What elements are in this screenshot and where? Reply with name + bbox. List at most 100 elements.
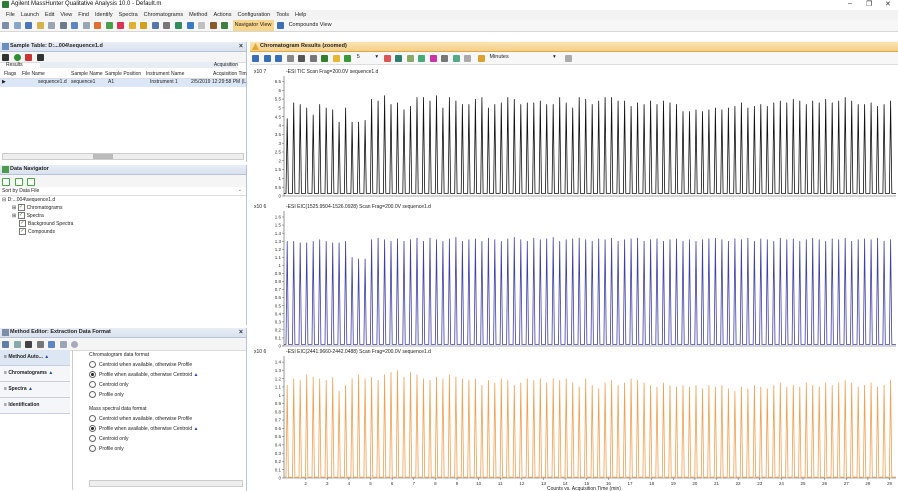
chrom-option-centroid-only[interactable]: Centroid only — [73, 380, 243, 390]
menu-file[interactable]: File — [6, 10, 15, 20]
radio-button-selected[interactable] — [89, 425, 96, 433]
zoom-x-icon[interactable] — [263, 55, 271, 62]
hscroll-thumb[interactable] — [93, 154, 113, 159]
radio-button[interactable] — [89, 415, 96, 423]
menu-method[interactable]: Method — [189, 10, 207, 20]
uncheck-all-icon[interactable] — [27, 178, 36, 186]
method-save-icon[interactable] — [13, 341, 21, 348]
tree-item-compounds[interactable]: ✓ Compounds — [0, 228, 246, 236]
menu-chromatograms[interactable]: Chromatograms — [144, 10, 183, 20]
check-all-icon[interactable] — [2, 178, 10, 186]
number-dropdown-arrow-icon[interactable]: ▾ — [375, 52, 378, 63]
compounds-checkbox[interactable]: ✓ — [19, 228, 26, 236]
spectrum-icon[interactable] — [174, 22, 182, 29]
warning-icon[interactable] — [140, 22, 148, 29]
method-hscrollbar[interactable] — [89, 480, 243, 487]
method-icon[interactable] — [128, 22, 136, 29]
compounds-view-icon[interactable] — [277, 22, 285, 29]
col-flags[interactable]: Flags — [4, 71, 16, 77]
spectra-checkbox[interactable]: ✓ — [17, 212, 25, 220]
radio-button[interactable] — [89, 445, 96, 453]
col-instrument-name[interactable]: Instrument Name — [146, 71, 184, 77]
scale-icon[interactable] — [383, 55, 391, 62]
chrom-option-profile-only[interactable]: Profile only — [73, 390, 243, 400]
overlay-icon[interactable] — [344, 55, 352, 62]
background-spectra-checkbox[interactable]: ✓ — [19, 220, 26, 228]
sample-table-hscrollbar[interactable] — [2, 153, 244, 160]
radio-button[interactable] — [89, 391, 96, 399]
method-undo-icon[interactable] — [48, 341, 56, 348]
list-icon[interactable] — [298, 55, 306, 62]
radio-button[interactable] — [89, 381, 96, 389]
smooth-icon[interactable] — [332, 55, 340, 62]
menu-actions[interactable]: Actions — [213, 10, 231, 20]
layout-icon[interactable] — [198, 22, 206, 29]
open-folder-icon[interactable] — [13, 22, 21, 29]
col-sample-position[interactable]: Sample Position — [105, 71, 141, 77]
menu-find[interactable]: Find — [78, 10, 89, 20]
ms-option-profile-else-centroid[interactable]: Profile when available, otherwise Centro… — [73, 424, 243, 434]
peak-icon[interactable] — [163, 22, 171, 29]
method-open-icon[interactable] — [2, 341, 9, 348]
peak-label-icon[interactable] — [321, 55, 329, 62]
menu-identify[interactable]: Identify — [95, 10, 113, 20]
navigator-view-icon[interactable] — [221, 22, 229, 29]
sample-grid-icon[interactable] — [2, 54, 9, 61]
radio-button[interactable] — [89, 435, 96, 443]
minimize-button[interactable]: – — [848, 0, 852, 7]
peak-table-icon[interactable] — [452, 55, 460, 62]
units-dropdown-arrow-icon[interactable]: ▾ — [553, 52, 556, 63]
chrom-option-profile-else-centroid[interactable]: Profile when available, otherwise Centro… — [73, 370, 243, 380]
method-redo-icon[interactable] — [59, 341, 67, 348]
print-chart-icon[interactable] — [565, 55, 573, 62]
open-icon[interactable] — [2, 22, 9, 29]
col-file-name[interactable]: File Name — [22, 71, 45, 77]
copy-icon[interactable] — [464, 55, 472, 62]
menu-help[interactable]: Help — [295, 10, 306, 20]
play-icon[interactable] — [13, 54, 21, 61]
method-run-icon[interactable] — [71, 341, 79, 348]
percent-list-icon[interactable] — [441, 55, 449, 62]
filter-icon[interactable] — [25, 54, 33, 61]
bar-chart-icon[interactable] — [151, 22, 159, 29]
radio-button[interactable] — [89, 361, 96, 369]
columns-icon[interactable] — [36, 54, 44, 61]
chrom-option-centroid-else-profile[interactable]: Centroid when available, otherwise Profi… — [73, 360, 243, 370]
tree-item-background-spectra[interactable]: ✓ Background Spectra — [0, 220, 246, 228]
ms-option-centroid-only[interactable]: Centroid only — [73, 434, 243, 444]
menu-configuration[interactable]: Configuration — [237, 10, 270, 20]
autoscale-icon[interactable] — [418, 55, 426, 62]
restore-button[interactable]: ❐ — [866, 0, 872, 8]
nav-identification[interactable]: ≡ Identification — [0, 398, 70, 414]
chevron-down-icon[interactable]: ⌄ — [238, 187, 242, 193]
chromatogram-plots[interactable]: -ESI TIC Scan Frag=200.0V sequence1.d x10… — [250, 64, 898, 491]
menu-edit[interactable]: Edit — [45, 10, 54, 20]
table-row[interactable]: ▶ sequence1.d sequence1 A1 Instrument 1 … — [0, 79, 246, 87]
integrate-icon[interactable] — [94, 22, 102, 29]
compounds-view-button[interactable]: Compounds View — [289, 20, 332, 31]
workflow-icon[interactable] — [59, 22, 67, 29]
menu-launch[interactable]: Launch — [21, 10, 39, 20]
folder-icon[interactable] — [36, 22, 44, 29]
check-selected-icon[interactable] — [14, 178, 23, 186]
tree-root[interactable]: ⊟ D:...004\sequence1.d — [0, 196, 246, 204]
nav-spectra[interactable]: ≡ Spectra ▲ — [0, 382, 70, 398]
menu-view[interactable]: View — [60, 10, 72, 20]
radio-button-selected[interactable] — [89, 371, 96, 379]
units-dropdown[interactable]: Minutes — [489, 52, 549, 63]
zoom-icon[interactable] — [286, 55, 294, 62]
method-grid-icon[interactable] — [25, 341, 33, 348]
identify-icon[interactable] — [117, 22, 125, 29]
undo-icon[interactable] — [71, 22, 79, 29]
table-icon[interactable] — [186, 22, 194, 29]
tree-item-chromatograms[interactable]: ⊞ ✓ Chromatograms — [0, 204, 246, 212]
zoom-xy-icon[interactable] — [252, 55, 259, 62]
report-icon[interactable] — [209, 22, 217, 29]
integrate-icon[interactable] — [309, 55, 317, 62]
ms-option-profile-only[interactable]: Profile only — [73, 444, 243, 454]
menu-spectra[interactable]: Spectra — [119, 10, 138, 20]
nav-method-automation[interactable]: ≡ Method Auto... ▲ — [0, 350, 70, 366]
tree-item-spectra[interactable]: ⊞ ✓ Spectra — [0, 212, 246, 220]
link-axes-icon[interactable] — [406, 55, 414, 62]
nav-chromatograms[interactable]: ≡ Chromatograms ▲ — [0, 366, 70, 382]
